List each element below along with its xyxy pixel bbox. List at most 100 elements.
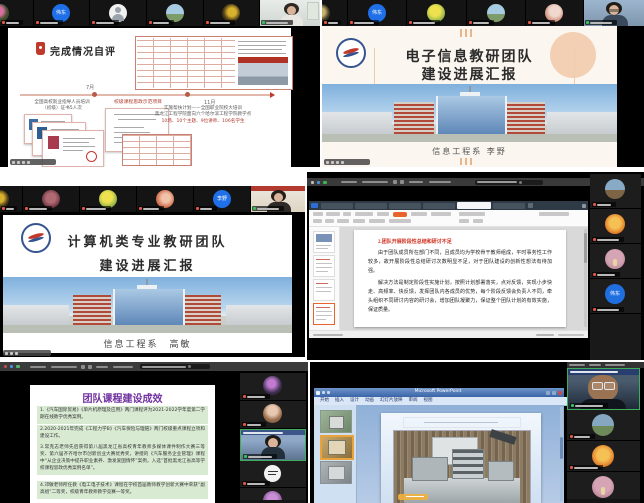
home-tab[interactable] [311,203,318,208]
new-tab-button[interactable] [528,203,533,208]
maximize-button[interactable] [552,391,556,395]
ribbon-button-group[interactable] [377,212,389,216]
ribbon-size-box[interactable] [343,212,351,216]
speaker-video-tile[interactable] [251,186,305,212]
menubar-share-button[interactable] [51,366,77,368]
participant-tile[interactable]: 伟东 [348,0,407,26]
slide-thumbnail-selected[interactable] [320,435,354,460]
share-toolbar-pill[interactable] [324,159,370,165]
doc-tab-active[interactable] [457,202,491,209]
participant-tile[interactable]: 李野 [194,186,251,212]
window-close-icon[interactable] [582,204,586,208]
ribbon-button[interactable] [337,219,349,223]
speaker-video-tile[interactable] [584,0,644,26]
page-thumbnail[interactable] [313,255,335,277]
ppt-titlebar[interactable]: Microsoft PowerPoint [314,388,564,397]
participant-tile[interactable] [0,186,23,212]
doc-tab[interactable] [423,203,455,209]
menu-item-animation[interactable]: 动画 [365,399,374,404]
ribbon-button[interactable] [389,219,411,223]
scrollbar-thumb[interactable] [584,233,587,263]
app-menu-icon[interactable] [317,181,320,184]
menu-item-review[interactable]: 审阅 [409,399,418,404]
ribbon-button-group[interactable] [459,212,485,216]
participant-tile[interactable] [322,0,348,26]
ribbon-button[interactable] [353,219,365,223]
participant-tile[interactable] [240,401,306,429]
ribbon-search-box[interactable] [539,212,569,216]
share-toolbar-pill[interactable] [3,350,51,356]
quick-access-icon[interactable] [322,391,325,394]
zoom-slider[interactable] [558,334,584,336]
menu-item-home[interactable]: 开始 [320,399,329,404]
ribbon-button[interactable] [325,219,334,223]
participant-tile[interactable] [240,488,306,500]
ribbon-font-box[interactable] [326,212,340,216]
ribbon-highlight-button[interactable] [393,212,407,217]
participant-tile[interactable] [467,0,526,26]
menu-item-view[interactable]: 视图 [424,399,433,404]
participant-tile[interactable] [526,0,584,26]
share-toolbar-pill[interactable] [10,159,56,165]
scrollbar-thumb[interactable] [560,437,563,459]
app-menu-icon[interactable] [10,365,13,368]
menubar-icon[interactable] [393,180,397,184]
participant-tile[interactable] [590,209,641,244]
participant-tile[interactable] [0,0,34,26]
doc-tab[interactable] [321,203,353,209]
ribbon-button[interactable] [459,219,469,223]
participant-tile[interactable] [240,373,306,401]
menubar-icon[interactable] [81,365,85,369]
page-thumbnail[interactable] [313,231,335,253]
minimize-button[interactable] [546,391,550,395]
doc-tab[interactable] [493,203,525,209]
ppt-slide[interactable] [381,413,541,503]
participant-tile[interactable] [90,0,147,26]
participant-tile[interactable] [567,441,640,472]
menu-item-insert[interactable]: 插入 [335,399,344,404]
document-page[interactable]: 2.团队开展阶段性总结和研讨不足 由于团队成员所在部门不同，且成员均为学校骨干教… [354,230,566,327]
doc-tab[interactable] [389,203,421,209]
participant-tile[interactable] [407,0,467,26]
meeting-title-pill[interactable] [140,364,210,369]
menubar-icon[interactable] [400,180,404,184]
slide-thumbnail[interactable] [320,461,352,484]
participant-tile[interactable] [567,472,640,499]
participant-tile[interactable] [23,186,80,212]
ribbon-button[interactable] [313,219,322,223]
menu-item-design[interactable]: 设计 [350,399,359,404]
participant-tile[interactable] [137,186,194,212]
menu-item-slideshow[interactable]: 幻灯片放映 [380,399,403,404]
participant-tile[interactable] [590,244,641,279]
ribbon-button-group[interactable] [411,212,427,216]
ppt-scrollbar[interactable] [560,407,563,501]
ribbon-button-group[interactable] [431,212,451,216]
active-speaker-video-tile[interactable] [240,429,306,461]
close-button[interactable] [558,391,562,395]
participant-tile[interactable]: 伟东 [590,279,641,314]
doc-scrollbar[interactable] [584,229,587,327]
menubar-time-text [341,181,357,183]
apple-menu-icon[interactable] [311,181,314,184]
ribbon-button-group[interactable] [355,212,373,216]
participant-tile[interactable] [147,0,204,26]
speaker-video-tile[interactable] [260,0,320,26]
meeting-title-pill[interactable] [475,180,543,185]
ribbon-button[interactable] [313,212,323,216]
page-thumbnail[interactable] [313,279,335,301]
participant-tile[interactable] [590,174,641,209]
participant-tile[interactable] [240,461,306,488]
participant-tile[interactable] [204,0,260,26]
active-speaker-video-tile[interactable] [567,368,640,410]
ribbon-button[interactable] [369,219,385,223]
page-thumbnail-selected[interactable] [313,303,335,325]
participant-tile[interactable] [567,410,640,441]
participant-tile[interactable] [80,186,137,212]
slide-thumbnail[interactable] [320,410,352,433]
menubar-icon[interactable] [88,365,92,369]
office-button-icon[interactable] [316,391,320,395]
menubar-share-button[interactable] [362,181,388,183]
doc-tab[interactable] [355,203,387,209]
participant-tile[interactable]: 伟东 [34,0,90,26]
ribbon-button[interactable] [473,219,483,223]
